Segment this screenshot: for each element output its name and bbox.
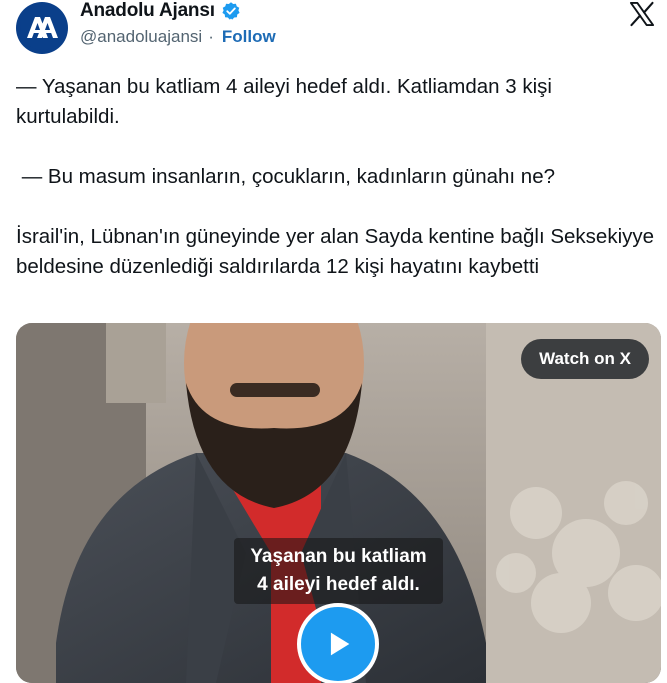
caption-line: Yaşanan bu katliam (250, 546, 427, 567)
play-icon (330, 632, 350, 656)
tweet-paragraph: — Bu masum insanların, çocukların, kadın… (16, 165, 555, 188)
tweet-header: Anadolu Ajansı @anadoluajansi · Follow (0, 0, 667, 60)
tweet-text: — Yaşanan bu katliam 4 aileyi hedef aldı… (16, 72, 656, 282)
anadolu-agency-logo (20, 6, 64, 50)
separator-dot: · (208, 27, 214, 46)
video-caption: Yaşanan bu katliam 4 aileyi hedef aldı. (16, 538, 661, 604)
x-logo-icon[interactable] (627, 0, 657, 28)
play-button[interactable] (297, 603, 379, 683)
account-name[interactable]: Anadolu Ajansı (80, 0, 215, 22)
follow-button[interactable]: Follow (222, 27, 276, 47)
watch-on-x-button[interactable]: Watch on X (521, 339, 649, 379)
verified-badge-icon (222, 2, 240, 20)
account-handle[interactable]: @anadoluajansi (80, 27, 202, 47)
caption-line: 4 aileyi hedef aldı. (257, 574, 420, 595)
avatar[interactable] (16, 2, 68, 54)
video-player[interactable]: Watch on X Yaşanan bu katliam 4 aileyi h… (16, 323, 661, 683)
tweet-paragraph: — Yaşanan bu katliam 4 aileyi hedef aldı… (16, 75, 558, 128)
tweet-paragraph: İsrail'in, Lübnan'ın güneyinde yer alan … (16, 225, 660, 278)
